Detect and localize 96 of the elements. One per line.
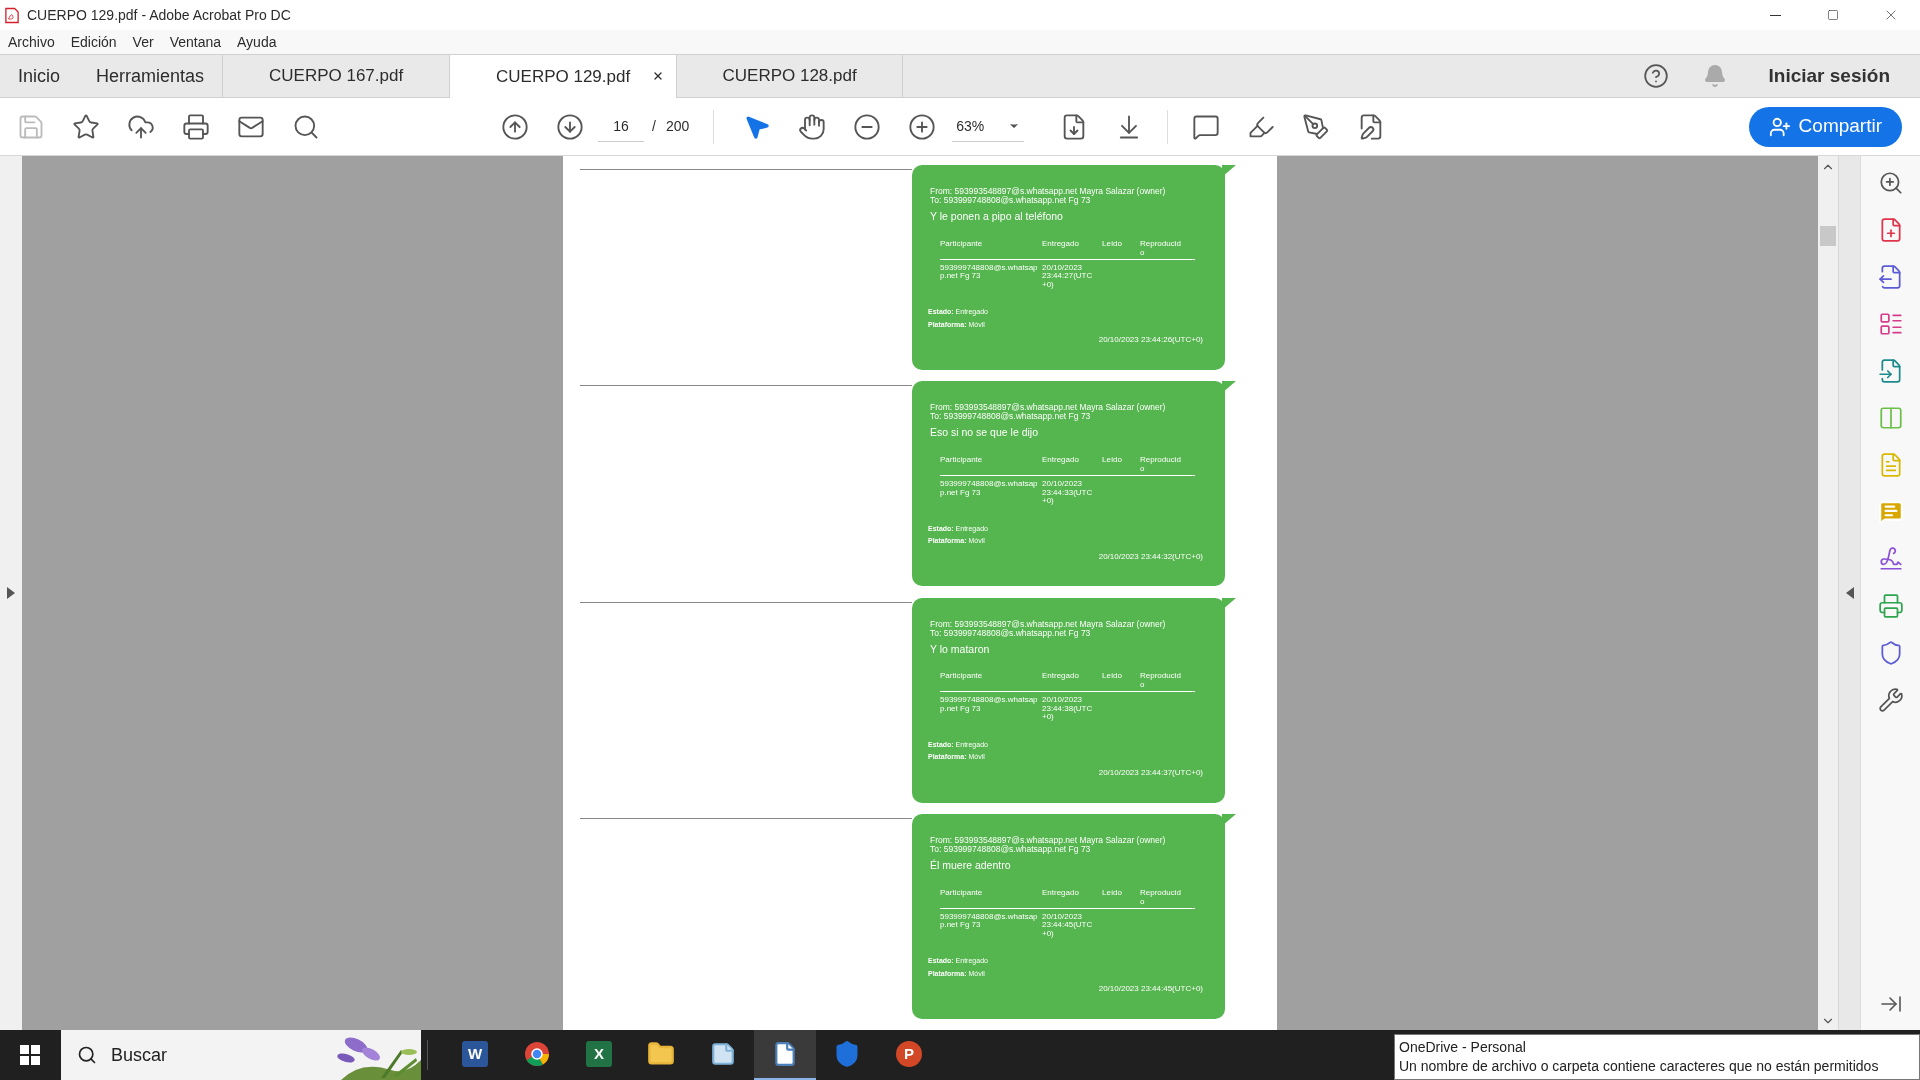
message-to: To: 593999748808@s.whatsapp.net Fg 73 [930, 844, 1091, 854]
send-file-icon[interactable] [1877, 358, 1904, 384]
signature-icon[interactable] [1877, 546, 1904, 572]
notepad-app-icon[interactable] [710, 1041, 736, 1067]
message-text: Eso si no se que le dijo [930, 425, 1039, 441]
more-tools-icon[interactable] [1877, 687, 1904, 713]
message-timestamp: 20/10/2023 23:44:37(UTC+0) [1097, 766, 1204, 779]
taskbar-app[interactable]: W [444, 1030, 506, 1080]
table-cell-text: 593999748808@s.whatsapp.net Fg 73 [940, 263, 1038, 283]
menu-item[interactable]: Ventana [169, 31, 221, 53]
column-header: Entregado [1042, 455, 1080, 466]
taskbar-search-field[interactable]: Buscar [61, 1030, 421, 1080]
document-app-icon[interactable] [772, 1041, 798, 1067]
column-header: Leído [1102, 455, 1124, 466]
organize-pages-icon[interactable] [1877, 311, 1904, 337]
pen-icon[interactable] [1302, 112, 1331, 141]
page-number-field[interactable]: 16 [598, 111, 644, 142]
message-text: Y le ponen a pipo al teléfono [930, 209, 1064, 224]
powerpoint-app-icon[interactable]: P [896, 1041, 922, 1067]
message-timestamp: 20/10/2023 23:44:32(UTC+0) [1097, 550, 1204, 563]
page-separator: / [652, 117, 656, 136]
star-icon[interactable] [72, 112, 100, 141]
column-header: Reproducido [1140, 887, 1182, 906]
document-tab[interactable]: CUERPO 128.pdf [676, 55, 904, 97]
table-cell-text: 593999748808@s.whatsapp.net Fg 73 [940, 480, 1038, 499]
next-page-icon[interactable] [556, 112, 584, 141]
taskbar-app[interactable] [754, 1030, 816, 1080]
app-logo-icon [5, 6, 19, 24]
windows-start-icon[interactable] [20, 1045, 40, 1065]
message-from: From: 593993548897@s.whatsapp.net Mayra Salazar (owner) [930, 619, 1167, 629]
menu-item[interactable]: Ayuda [237, 31, 277, 53]
search-placeholder: Buscar [111, 1043, 168, 1067]
restore-icon [1827, 9, 1839, 21]
message-text: Él muere adentro [930, 857, 1012, 873]
menu-item[interactable]: Edición [70, 31, 117, 53]
message-text: Y lo mataron [930, 641, 991, 657]
print-production-icon[interactable] [1877, 593, 1904, 619]
share-button[interactable]: Compartir [1748, 106, 1902, 147]
zoom-dropdown[interactable]: 63% [952, 111, 1025, 142]
column-header: Entregado [1042, 887, 1080, 899]
column-header: Leído [1102, 671, 1124, 683]
page-total: 200 [665, 117, 690, 136]
column-header: Reproducido [1140, 671, 1182, 690]
message-from: From: 593993548897@s.whatsapp.net Mayra Salazar (owner) [930, 187, 1167, 196]
table-cell: 20/10/2023 23:44:38(UTC +0) [1042, 696, 1094, 722]
column-header: Reproducido [1140, 238, 1182, 257]
column-header: Leído [1102, 238, 1124, 250]
word-app-icon[interactable]: W [462, 1041, 488, 1067]
zoom-out-icon[interactable] [853, 112, 882, 141]
excel-app-icon[interactable]: X [586, 1041, 612, 1067]
message-timestamp: 20/10/2023 23:44:26(UTC+0) [1097, 334, 1204, 347]
search-icon [77, 1045, 97, 1065]
menu-item[interactable]: Ver [132, 31, 154, 53]
message-timestamp: 20/10/2023 23:44:45(UTC+0) [1097, 983, 1204, 995]
notification-title: OneDrive - Personal [1399, 1038, 1527, 1057]
browser-app-icon[interactable] [524, 1041, 550, 1067]
column-header: Participante [940, 671, 984, 683]
hand-icon[interactable] [798, 112, 827, 141]
document-tab[interactable]: CUERPO 129.pdf [449, 55, 677, 98]
nav-tab[interactable]: Herramientas [78, 55, 223, 97]
nav-tab[interactable]: Inicio [0, 55, 79, 97]
zoom-tool-icon[interactable] [1877, 170, 1904, 196]
message-to: To: 593999748808@s.whatsapp.net Fg 73 [930, 196, 1091, 205]
message-from: From: 593993548897@s.whatsapp.net Mayra Salazar (owner) [930, 835, 1167, 845]
notification-body: Un nombre de archivo o carpeta contiene caracteres que no están permitidos [1399, 1057, 1880, 1076]
table-cell: 20/10/2023 23:44:33(UTC +0) [1042, 480, 1094, 506]
table-cell-text: 593999748808@s.whatsapp.net Fg 73 [940, 912, 1038, 931]
window-title: CUERPO 129.pdf - Adobe Acrobat Pro DC [27, 5, 291, 25]
add-user-icon [1768, 115, 1791, 138]
column-header: Leído [1102, 887, 1124, 899]
taskbar-app[interactable]: P [878, 1030, 940, 1080]
message-from: From: 593993548897@s.whatsapp.net Mayra Salazar (owner) [930, 403, 1167, 413]
column-header: Participante [940, 887, 984, 899]
minimize-icon [1769, 14, 1781, 16]
column-header: Participante [940, 455, 984, 466]
column-header: Entregado [1042, 238, 1080, 250]
collapse-panel-icon[interactable] [1845, 587, 1854, 599]
message-to: To: 593999748808@s.whatsapp.net Fg 73 [930, 412, 1091, 422]
print-icon[interactable] [182, 112, 210, 141]
taskbar-app[interactable]: X [568, 1030, 630, 1080]
column-header: Participante [940, 238, 984, 250]
help-icon[interactable] [1642, 63, 1669, 89]
expand-left-icon[interactable] [7, 587, 15, 599]
folder-app-icon[interactable] [647, 1040, 675, 1068]
export-pdf-icon[interactable] [1877, 264, 1904, 290]
column-header: Reproducido [1140, 455, 1182, 473]
zoom-in-icon[interactable] [908, 112, 937, 141]
scrollbar-thumb[interactable] [1820, 226, 1836, 246]
table-cell-text: 593999748808@s.whatsapp.net Fg 73 [940, 696, 1038, 715]
table-cell: 20/10/2023 23:44:45(UTC +0) [1042, 912, 1094, 938]
sign-in-button[interactable]: Iniciar sesión [1768, 61, 1890, 91]
column-header: Entregado [1042, 671, 1080, 683]
table-cell: 20/10/2023 23:44:27(UTC +0) [1042, 263, 1094, 290]
previous-page-icon[interactable] [501, 112, 529, 141]
menu-item[interactable]: Archivo [8, 31, 55, 53]
message-to: To: 593999748808@s.whatsapp.net Fg 73 [930, 628, 1091, 638]
